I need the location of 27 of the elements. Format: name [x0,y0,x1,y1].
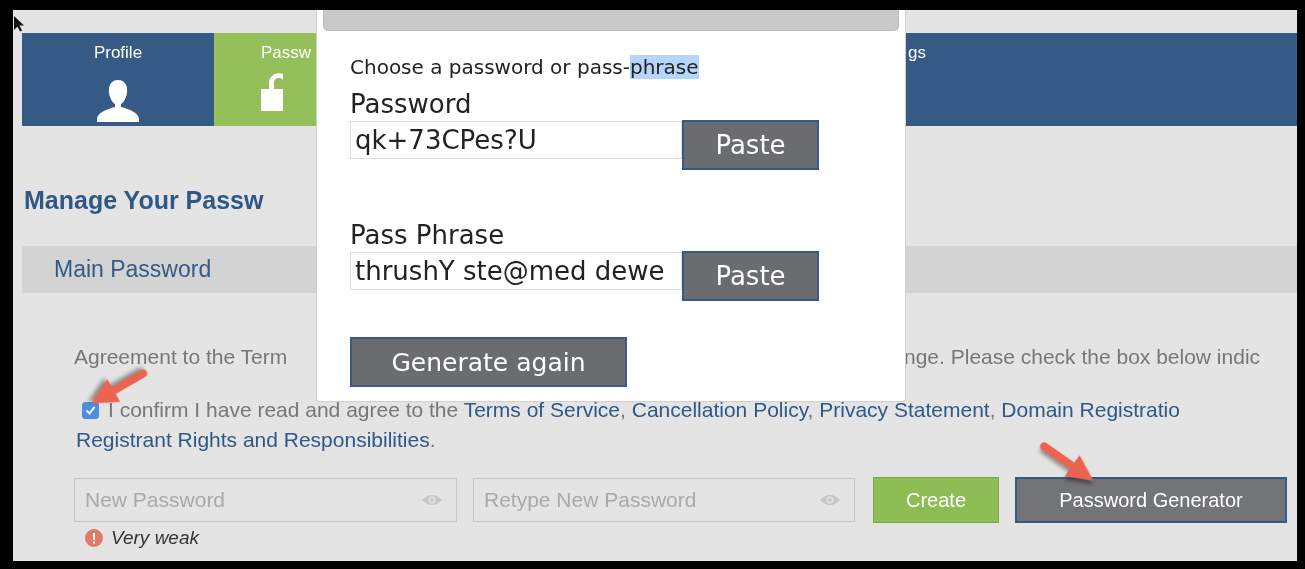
policy-link[interactable]: Cancellation Policy [631,398,808,421]
dialog-prompt: Choose a password or pass-phrase [350,55,700,79]
section-title: Main Password [54,256,212,283]
strength-text: Very weak [111,527,199,549]
field-label: Pass Phrase [350,219,506,252]
warning-icon [85,529,103,547]
policy-link[interactable]: Domain Registratio [1001,398,1180,421]
person-icon [95,79,141,123]
checkbox[interactable] [82,402,99,419]
password-field[interactable]: New Password [74,478,457,522]
eye-icon[interactable] [421,493,443,507]
generator-button[interactable]: Password Generator [1015,477,1287,523]
policy-link[interactable]: Registrant Rights and Responsibilities [76,428,430,451]
policy-link[interactable]: Terms of Service [463,398,621,421]
field-label: Password [350,88,473,121]
paste-button[interactable]: Paste [682,251,819,301]
generated-field[interactable]: thrushY ste@med dewe [350,252,682,290]
eye-icon[interactable] [819,493,841,507]
lock-icon [261,71,283,111]
agreement-text: Agreement to the Term [74,345,289,369]
generated-field[interactable]: qk+73CPes?U [350,121,682,159]
paste-button[interactable]: Paste [682,120,819,170]
page-heading: Manage Your Passw [24,185,265,216]
password-field[interactable]: Retype New Password [473,478,855,522]
cursor-icon [13,15,25,32]
generate-again-button[interactable]: Generate again [350,337,627,387]
policy-link[interactable]: Privacy Statement [819,398,990,421]
